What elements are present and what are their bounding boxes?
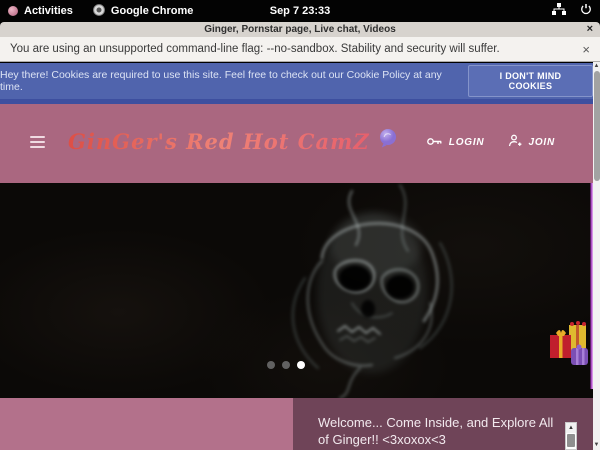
scrollbar-down-icon[interactable]: ▼	[593, 441, 600, 450]
desktop-top-bar: Activities Google Chrome Sep 7 23:33	[0, 0, 600, 22]
gift-boxes-icon	[548, 318, 590, 370]
activities-icon	[8, 6, 18, 16]
window-close-button[interactable]: ×	[587, 22, 593, 37]
hamburger-icon	[30, 136, 45, 148]
window-title: Ginger, Pornstar page, Live chat, Videos	[204, 24, 396, 35]
gifts-widget[interactable]	[548, 318, 590, 375]
menu-button[interactable]	[30, 136, 45, 151]
scroll-up-icon[interactable]: ▲	[566, 423, 576, 433]
carousel-dot-1[interactable]	[267, 361, 275, 369]
chat-bubble-icon	[378, 128, 398, 154]
login-button[interactable]: LOGIN	[426, 134, 485, 151]
network-icon[interactable]	[552, 2, 566, 20]
infobar: You are using an unsupported command-lin…	[0, 37, 600, 62]
infobar-message: You are using an unsupported command-lin…	[10, 43, 500, 55]
join-label: JOIN	[528, 137, 555, 148]
welcome-scrollbar-thumb[interactable]	[567, 434, 575, 447]
power-icon[interactable]	[580, 2, 592, 20]
person-plus-icon	[508, 134, 522, 151]
scrollbar-up-icon[interactable]: ▲	[593, 62, 600, 71]
window-title-bar: Ginger, Pornstar page, Live chat, Videos…	[0, 22, 600, 37]
cookie-accept-button[interactable]: I DON'T MIND COOKIES	[468, 65, 593, 97]
carousel-dots	[267, 361, 305, 369]
logo-text: GinGer's Red Hot CamZ	[68, 129, 370, 154]
bottom-pink-panel	[0, 398, 293, 450]
welcome-box: Welcome... Come Inside, and Explore All …	[293, 398, 593, 450]
hero-carousel	[0, 183, 593, 398]
site-header: GinGer's Red Hot CamZ LOGIN JOIN	[0, 104, 593, 183]
cookie-message: Hey there! Cookies are required to use t…	[0, 69, 454, 93]
clock-label[interactable]: Sep 7 23:33	[270, 5, 331, 17]
cookie-bar: Hey there! Cookies are required to use t…	[0, 63, 593, 99]
join-button[interactable]: JOIN	[508, 134, 555, 151]
login-label: LOGIN	[449, 137, 485, 148]
welcome-message: Welcome... Come Inside, and Explore All …	[318, 415, 553, 447]
chrome-icon	[93, 4, 105, 19]
carousel-dot-3[interactable]	[297, 361, 305, 369]
site-logo[interactable]: GinGer's Red Hot CamZ	[68, 128, 398, 154]
infobar-close-button[interactable]: ×	[582, 42, 590, 57]
key-icon	[426, 136, 443, 150]
carousel-dot-2[interactable]	[282, 361, 290, 369]
activities-label: Activities	[24, 5, 73, 17]
chrome-taskbar-item[interactable]: Google Chrome	[93, 4, 194, 19]
page-scrollbar[interactable]: ▲ ▼	[593, 62, 600, 450]
welcome-scrollbar[interactable]: ▲	[565, 422, 577, 450]
activities-button[interactable]: Activities	[8, 5, 73, 17]
app-label: Google Chrome	[111, 5, 194, 17]
page-scrollbar-thumb[interactable]	[594, 71, 600, 181]
